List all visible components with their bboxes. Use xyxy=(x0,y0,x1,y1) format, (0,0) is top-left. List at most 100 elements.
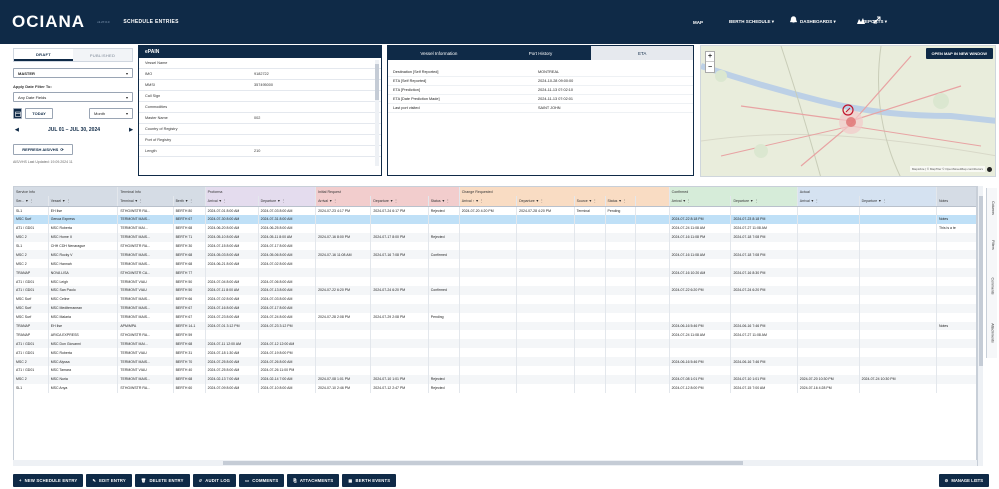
table-row[interactable]: AT1 / GD01 MSC Don Giovanni TERMONT MAI...… xyxy=(14,339,976,349)
vessel-map[interactable]: OPEN MAP IN NEW WINDOW + − MapLibre | © … xyxy=(700,45,996,177)
tab-vessel-information[interactable]: Vessel Information xyxy=(388,46,490,60)
attachments-button[interactable]: ⎘ ATTACHMENTS xyxy=(287,474,340,487)
table-row[interactable]: MSC Surf MSC Mediterranean TERMONT MAIS...… xyxy=(14,303,976,313)
berth-events-button[interactable]: ▦ BERTH EVENTS xyxy=(342,474,397,487)
table-row[interactable]: SL1 MSC Anya STHG/WSTR RA... BERTH 60 2024-0… xyxy=(14,383,976,393)
zoom-out-button[interactable]: − xyxy=(706,62,714,72)
tab-eta[interactable]: ETA xyxy=(591,46,694,60)
table-row[interactable]: MSC Surf MSC Celine TERMONT MAIS... BERTH 6… xyxy=(14,294,976,304)
map-info-icon[interactable] xyxy=(987,167,992,172)
table-cell xyxy=(370,348,429,358)
table-row[interactable]: MSC 2 MSC Nuria TERMONT MAIS... BERTH 68 202… xyxy=(14,374,976,384)
notification-bell-icon[interactable] xyxy=(789,16,889,26)
port-icon[interactable] xyxy=(856,16,866,28)
audit-log-button[interactable]: ↺ AUDIT LOG xyxy=(192,474,237,487)
table-row[interactable]: TRANAP EH Ilse APM/MPA BERTH 14-1 2024-07-01… xyxy=(14,321,976,331)
open-map-new-window-button[interactable]: OPEN MAP IN NEW WINDOW xyxy=(925,48,993,59)
table-row[interactable]: MSC 2 MSC Alyssa TERMONT MAIS... BERTH 70 20… xyxy=(14,357,976,367)
column-header[interactable]: Arrival ▼ ⋮ xyxy=(669,196,732,207)
table-row[interactable]: TRANAP NOVA LISA STHG/WSTR CA... BERTH 77 20… xyxy=(14,268,976,278)
delete-entry-button[interactable]: 🗑 DELETE ENTRY xyxy=(134,474,190,487)
side-tab-attachments[interactable]: Attachments xyxy=(987,310,998,356)
period-select[interactable]: Month ▾ xyxy=(89,108,133,119)
column-header[interactable]: Status ▼ ⋮ xyxy=(605,196,637,207)
zoom-in-button[interactable]: + xyxy=(706,52,714,62)
column-header[interactable]: Status ▼ ⋮ xyxy=(428,196,460,207)
table-row[interactable]: MSC 2 MSC Home II TERMONT MAIS... BERTH 71 2… xyxy=(14,232,976,242)
table-row[interactable]: SL1 EH Ilse STHG/WSTR RA... BERTH 80 2024-07… xyxy=(14,206,976,215)
table-cell: TERMONT MAIS... xyxy=(117,259,174,269)
fullscreen-icon[interactable] xyxy=(873,16,881,26)
side-tab-filters[interactable]: Filters xyxy=(987,228,998,262)
scrollbar-thumb[interactable] xyxy=(375,64,379,100)
table-cell: BERTH 68 xyxy=(173,374,206,384)
date-filter-select-value: Any Date Fields xyxy=(18,94,47,100)
table-row[interactable]: MSC 2 MSC Hannah TERMONT MAIS... BERTH 68 20… xyxy=(14,259,976,269)
column-header[interactable]: Terminal ▼ ⋮ xyxy=(117,196,174,207)
table-cell xyxy=(516,312,575,322)
column-header[interactable]: Departure ▼ ⋮ xyxy=(370,196,429,207)
table-row[interactable]: AT1 / GD01 MSC Roberta TERMONT MAI... BERTH… xyxy=(14,223,976,233)
scrollbar-thumb[interactable] xyxy=(223,461,743,465)
vessel-detail-key: Country of Registry xyxy=(145,127,178,131)
column-header[interactable]: Arrival ▼ ⋮ xyxy=(205,196,259,207)
table-cell: AT1 / GD01 xyxy=(14,286,49,295)
column-header[interactable]: Arrival ▼ ⋮ xyxy=(315,196,372,207)
edit-entry-button[interactable]: ✎ EDIT ENTRY xyxy=(86,474,132,487)
table-cell: 2024-07-19 8:00 PM xyxy=(258,348,317,358)
table-row[interactable]: MSC 2 MSC Rocky V TERMONT MAIS... BERTH 68 2… xyxy=(14,250,976,260)
side-tab-columns[interactable]: Columns xyxy=(987,190,998,226)
tab-published[interactable]: PUBLISHED xyxy=(73,49,132,61)
manage-lists-button[interactable]: ⚙ MANAGE LISTS xyxy=(938,474,989,487)
column-header[interactable]: Departure ▼ ⋮ xyxy=(730,196,798,207)
table-row[interactable]: AT1 / GD01 MSC Tamara TERMONT VIAU BERTH 40… xyxy=(14,366,976,375)
column-header[interactable]: Berth ▼ ⋮ xyxy=(173,196,206,207)
nav-item-map[interactable]: MAP xyxy=(693,20,703,25)
table-cell xyxy=(428,330,460,340)
date-filter-select[interactable]: Any Date Fields ▾ xyxy=(13,92,133,102)
column-header[interactable] xyxy=(635,196,670,207)
table-row[interactable]: MSC Surf MSC Malaria TERMONT MAIS... BERTH … xyxy=(14,312,976,322)
grid-vertical-scrollbar[interactable] xyxy=(977,186,983,466)
prev-period-icon[interactable]: ◀ xyxy=(15,127,19,133)
tab-draft[interactable]: DRAFT xyxy=(14,49,73,61)
new-schedule-entry-button[interactable]: + NEW SCHEDULE ENTRY xyxy=(13,474,84,487)
grid-horizontal-scrollbar[interactable] xyxy=(13,460,977,466)
tab-port-history[interactable]: Port History xyxy=(489,46,592,60)
toolbar-button-label: ATTACHMENTS xyxy=(299,478,334,483)
app-logo[interactable]: OCIANA xyxy=(12,12,85,32)
column-header[interactable]: Departure ▼ ⋮ xyxy=(258,196,317,207)
table-cell: MSC Leigh xyxy=(48,277,119,287)
mode-select[interactable]: MASTER ▾ xyxy=(13,68,133,78)
column-header[interactable]: Source ▼ ⋮ xyxy=(574,196,606,207)
comments-button[interactable]: ▭ COMMENTS xyxy=(239,474,285,487)
today-button[interactable]: TODAY xyxy=(25,108,53,119)
table-row[interactable]: AT1 / GD01 MSC Roberta TERMONT VIAU BERTH 3… xyxy=(14,348,976,358)
column-header[interactable]: Departure ▼ ⋮ xyxy=(516,196,575,207)
next-period-icon[interactable]: ▶ xyxy=(129,127,133,133)
nav-item-berth-schedule[interactable]: BERTH SCHEDULE ▾ xyxy=(729,19,774,25)
column-header[interactable]: Arrival ↑ ▼ ⋮ xyxy=(459,196,518,207)
calendar-icon[interactable] xyxy=(13,108,22,119)
table-cell: BERTH 31 xyxy=(173,348,206,358)
side-tab-comments[interactable]: Comments xyxy=(987,264,998,308)
table-row[interactable]: SL1 CHH CDH Nenarague STHG/WSTR RA... BERTH… xyxy=(14,241,976,251)
table-row[interactable]: MSC Surf Genoa Express TERMONT MAIS... BERT… xyxy=(14,214,976,224)
table-cell xyxy=(605,214,637,224)
table-row[interactable]: AT1 / GD01 MSC San Paolo TERMONT VIAU BERTH… xyxy=(14,286,976,295)
nav-item-dashboards[interactable]: DASHBOARDS ▾ xyxy=(800,19,836,25)
column-header[interactable]: Vessel ▼ ⋮ xyxy=(48,196,119,207)
column-header[interactable]: Ser... ▼ ⋮ xyxy=(14,196,49,207)
table-cell xyxy=(315,223,372,233)
column-header[interactable]: Departure ▼ ⋮ xyxy=(859,196,937,207)
vessel-details-scrollbar[interactable] xyxy=(375,60,379,166)
table-row[interactable]: AT1 / GD01 MSC Leigh TERMONT VIAU BERTH 50 2… xyxy=(14,277,976,287)
vessel-marker-icon[interactable] xyxy=(842,104,854,117)
table-row[interactable]: TRANAP ARICA EXPRESS STHG/WSTR RA... BERTH … xyxy=(14,330,976,340)
side-tab-label: Attachments xyxy=(990,323,995,343)
scrollbar-thumb[interactable] xyxy=(979,196,983,366)
refresh-ais-button[interactable]: REFRESH AIS/VHS ⟳ xyxy=(13,144,73,155)
column-header[interactable]: Arrival ▼ ⋮ xyxy=(797,196,860,207)
table-cell: TRANAP xyxy=(14,321,49,331)
column-header[interactable]: Notes xyxy=(936,196,976,207)
